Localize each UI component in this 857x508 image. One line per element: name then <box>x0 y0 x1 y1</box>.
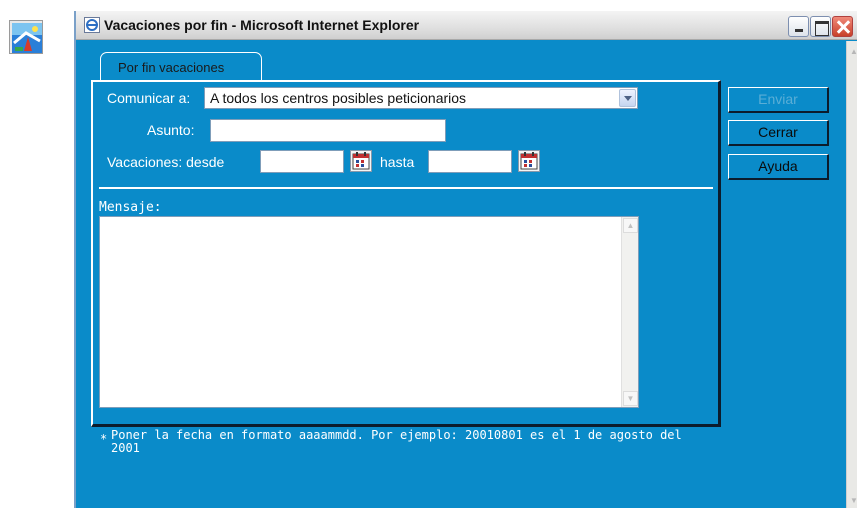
scroll-up-icon[interactable]: ▲ <box>849 47 857 57</box>
comunicar-selected-value: A todos los centros posibles peticionari… <box>210 90 467 106</box>
ie-icon <box>84 17 100 33</box>
calendar-icon[interactable] <box>518 150 540 172</box>
comunicar-label: Comunicar a: <box>107 90 191 106</box>
textarea-scrollbar[interactable]: ▲ ▼ <box>621 217 638 407</box>
tab-por-fin-vacaciones[interactable]: Por fin vacaciones <box>100 52 262 81</box>
note-text: Poner la fecha en formato aaaammdd. Por … <box>111 428 682 455</box>
chevron-down-icon[interactable] <box>619 89 636 107</box>
vacaciones-desde-label: Vacaciones: desde <box>107 154 225 170</box>
form-panel: Comunicar a: A todos los centros posible… <box>91 80 721 427</box>
ayuda-button[interactable]: Ayuda <box>728 154 829 180</box>
scroll-up-icon[interactable]: ▲ <box>623 218 638 233</box>
divider <box>99 187 713 189</box>
comunicar-select[interactable]: A todos los centros posibles peticionari… <box>204 87 638 109</box>
asunto-input[interactable] <box>210 119 446 142</box>
mensaje-textarea[interactable]: ▲ ▼ <box>99 216 639 408</box>
screen: Vacaciones por fin - Microsoft Internet … <box>0 0 857 508</box>
cerrar-button[interactable]: Cerrar <box>728 120 829 146</box>
browser-window: Vacaciones por fin - Microsoft Internet … <box>74 11 857 508</box>
scroll-down-icon[interactable]: ▼ <box>849 496 857 506</box>
window-scrollbar[interactable]: ▲ ▼ <box>846 41 857 508</box>
tab-label: Por fin vacaciones <box>118 60 225 75</box>
window-title: Vacaciones por fin - Microsoft Internet … <box>104 17 420 33</box>
hasta-input[interactable] <box>428 150 512 173</box>
desktop-app-icon[interactable] <box>9 20 43 54</box>
desde-input[interactable] <box>260 150 344 173</box>
calendar-icon[interactable] <box>350 150 372 172</box>
asunto-label: Asunto: <box>147 122 195 138</box>
title-bar[interactable]: Vacaciones por fin - Microsoft Internet … <box>76 11 857 40</box>
scroll-down-icon[interactable]: ▼ <box>623 391 638 406</box>
enviar-button[interactable]: Enviar <box>728 87 829 113</box>
minimize-icon[interactable] <box>788 16 809 37</box>
note-marker: * <box>100 432 108 446</box>
close-icon[interactable] <box>832 16 853 37</box>
hasta-label: hasta <box>380 154 415 170</box>
maximize-icon[interactable] <box>810 16 831 37</box>
mensaje-label: Mensaje: <box>99 200 162 215</box>
